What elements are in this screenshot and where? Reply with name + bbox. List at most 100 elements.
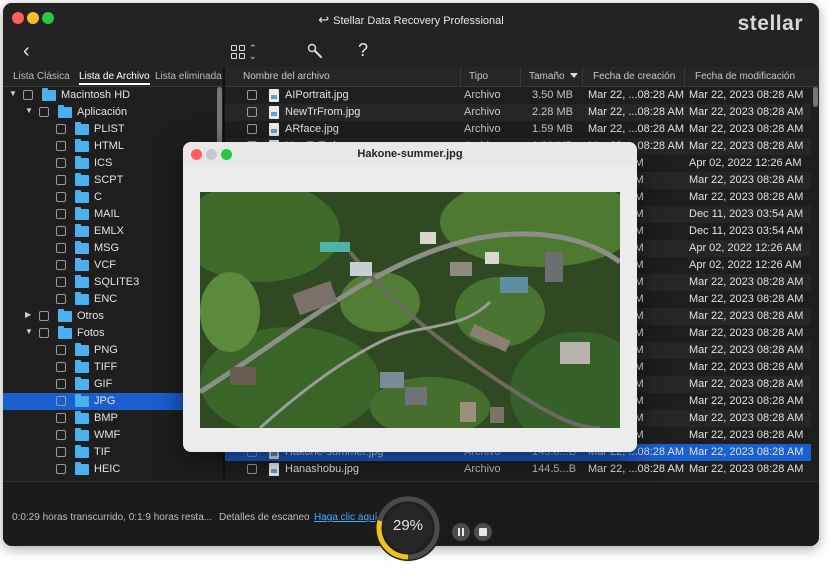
cell-created: Mar 22, ...08:28 AM — [588, 123, 684, 135]
table-row[interactable]: AIPortrait.jpg Archivo 3.50 MB Mar 22, ...0… — [225, 87, 811, 104]
tree-item-label: SCPT — [94, 174, 124, 186]
tree-checkbox[interactable] — [56, 158, 66, 168]
disclosure-expanded-icon[interactable]: ▼ — [9, 89, 17, 98]
brand-logo: stellar — [737, 12, 803, 35]
column-header-type[interactable]: Tipo — [461, 67, 521, 87]
table-row[interactable]: Hanashobu.jpg Archivo 144.5...B Mar 22, ...… — [225, 461, 811, 478]
folder-icon — [58, 105, 72, 118]
tree-item[interactable]: PLIST — [3, 121, 215, 138]
tree-item-label: Macintosh HD — [61, 89, 131, 101]
table-scrollbar[interactable] — [813, 87, 818, 107]
help-icon[interactable]: ? — [358, 40, 368, 61]
tree-checkbox[interactable] — [39, 311, 49, 321]
cell-modified: Mar 22, 2023 08:28 AM — [689, 344, 804, 356]
tree-checkbox[interactable] — [56, 362, 66, 372]
preview-image — [200, 192, 620, 428]
preview-title-bar[interactable]: Hakone-summer.jpg — [183, 142, 637, 166]
back-chevron-icon[interactable]: ‹ — [23, 41, 30, 61]
tree-checkbox[interactable] — [56, 379, 66, 389]
title-bar: ↩ Stellar Data Recovery Professional stel… — [3, 3, 819, 35]
grid-view-icon[interactable] — [231, 45, 245, 59]
row-checkbox[interactable] — [247, 464, 257, 474]
scan-details-label: Detalles de escaneo — [219, 512, 310, 523]
tree-checkbox[interactable] — [56, 209, 66, 219]
tab-deleted-list[interactable]: Lista eliminada — [155, 71, 222, 82]
tree-checkbox[interactable] — [56, 192, 66, 202]
progress-percent: 29% — [392, 517, 424, 534]
scan-details-link[interactable]: Haga clic aquí — [314, 512, 377, 523]
folder-icon — [75, 462, 89, 475]
folder-icon — [75, 377, 89, 390]
tree-item-label: TIFF — [94, 361, 118, 373]
cell-name: Hanashobu.jpg — [285, 463, 360, 475]
cell-modified: Mar 22, 2023 08:28 AM — [689, 327, 804, 339]
preview-window[interactable]: Hakone-summer.jpg — [183, 142, 637, 452]
tree-checkbox[interactable] — [56, 430, 66, 440]
row-checkbox[interactable] — [247, 107, 257, 117]
column-header-size[interactable]: Tamaño — [521, 67, 583, 87]
tree-item-label: Otros — [77, 310, 104, 322]
cell-created: Mar 22, ...08:28 AM — [588, 106, 684, 118]
tree-item[interactable]: ▼ Aplicación — [3, 104, 215, 121]
tree-checkbox[interactable] — [39, 107, 49, 117]
view-chevron-icon[interactable]: ⌃ ⌄ — [249, 44, 257, 61]
column-header-modified[interactable]: Fecha de modificación — [685, 67, 819, 87]
folder-icon — [75, 139, 89, 152]
tree-checkbox[interactable] — [56, 141, 66, 151]
tree-item-label: HEIC — [94, 463, 121, 475]
folder-icon — [75, 394, 89, 407]
folder-icon — [58, 326, 72, 339]
preview-title: Hakone-summer.jpg — [357, 148, 463, 160]
tree-checkbox[interactable] — [39, 328, 49, 338]
tab-file-list[interactable]: Lista de Archivo — [79, 71, 150, 85]
folder-icon — [75, 173, 89, 186]
tree-item[interactable]: ▼ Macintosh HD — [3, 87, 215, 104]
tree-item-label: MSG — [94, 242, 120, 254]
cell-modified: Mar 22, 2023 08:28 AM — [689, 310, 804, 322]
cell-modified: Mar 22, 2023 08:28 AM — [689, 412, 804, 424]
tree-item-label: EMLX — [94, 225, 124, 237]
tree-checkbox[interactable] — [56, 413, 66, 423]
tree-checkbox[interactable] — [56, 277, 66, 287]
cell-modified: Mar 22, 2023 08:28 AM — [689, 276, 804, 288]
tree-item[interactable]: HEIC — [3, 461, 215, 478]
tree-checkbox[interactable] — [56, 464, 66, 474]
tree-checkbox[interactable] — [56, 447, 66, 457]
cell-modified: Mar 22, 2023 08:28 AM — [689, 89, 804, 101]
disclosure-expanded-icon[interactable]: ▼ — [25, 106, 33, 115]
tree-checkbox[interactable] — [56, 175, 66, 185]
disclosure-expanded-icon[interactable]: ▼ — [25, 327, 33, 336]
tree-checkbox[interactable] — [56, 396, 66, 406]
cell-size: 144.5...B — [532, 463, 577, 475]
cell-type: Archivo — [464, 89, 501, 101]
wrench-icon[interactable] — [307, 43, 323, 59]
tab-classic-list[interactable]: Lista Clásica — [13, 71, 70, 82]
cell-name: NewTrFrom.jpg — [285, 106, 361, 118]
disclosure-collapsed-icon[interactable]: ▶ — [25, 310, 31, 319]
tree-checkbox[interactable] — [56, 260, 66, 270]
folder-icon — [75, 258, 89, 271]
tree-checkbox[interactable] — [56, 345, 66, 355]
cell-size: 2.28 MB — [532, 106, 573, 118]
cell-name: AIPortrait.jpg — [285, 89, 349, 101]
toolbar: ‹ ⌃ ⌄ ? — [3, 35, 819, 67]
row-checkbox[interactable] — [247, 124, 257, 134]
table-row[interactable]: ARface.jpg Archivo 1.59 MB Mar 22, ...08:28… — [225, 121, 811, 138]
table-row[interactable]: NewTrFrom.jpg Archivo 2.28 MB Mar 22, ...08… — [225, 104, 811, 121]
cell-modified: Apr 02, 2022 12:26 AM — [689, 242, 802, 254]
tree-checkbox[interactable] — [56, 294, 66, 304]
column-header-created[interactable]: Fecha de creación — [583, 67, 685, 87]
cell-modified: Mar 22, 2023 08:28 AM — [689, 446, 804, 458]
tree-checkbox[interactable] — [23, 90, 33, 100]
tree-checkbox[interactable] — [56, 243, 66, 253]
tree-checkbox[interactable] — [56, 124, 66, 134]
pause-button[interactable] — [452, 523, 470, 541]
tree-checkbox[interactable] — [56, 226, 66, 236]
cell-created: Mar 22, ...08:28 AM — [588, 89, 684, 101]
row-checkbox[interactable] — [247, 90, 257, 100]
stop-button[interactable] — [474, 523, 492, 541]
column-header-name[interactable]: Nombre del archivo — [225, 67, 461, 87]
cell-modified: Mar 22, 2023 08:28 AM — [689, 378, 804, 390]
folder-icon — [75, 292, 89, 305]
tree-item-label: Aplicación — [77, 106, 128, 118]
